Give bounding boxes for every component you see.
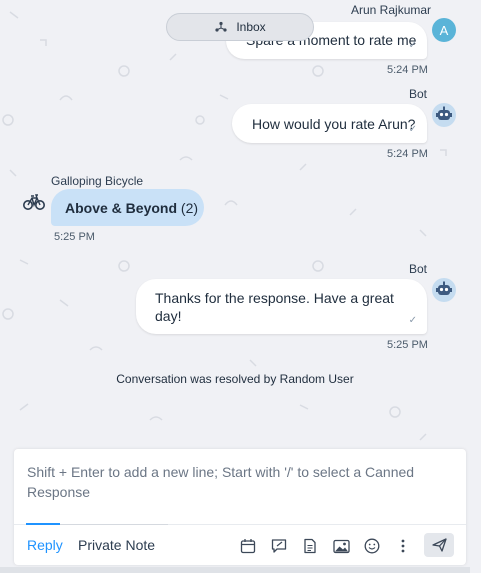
- check-icon: ✓: [408, 124, 417, 135]
- send-icon: [431, 538, 447, 552]
- tab-reply[interactable]: Reply: [27, 537, 63, 553]
- canned-response-icon[interactable]: [268, 535, 290, 557]
- active-tab-indicator: [26, 523, 60, 525]
- horizontal-scrollbar[interactable]: [0, 567, 470, 573]
- emoji-icon[interactable]: [361, 535, 383, 557]
- message-bubble: Thanks for the response. Have a great da…: [136, 279, 427, 334]
- message-text: How would you rate Arun?: [252, 116, 416, 132]
- message-bubble: How would you rate Arun? ✓: [232, 104, 427, 143]
- message-time: 5:25 PM: [387, 339, 428, 351]
- message-time: 5:24 PM: [387, 64, 428, 76]
- message-text: Thanks for the response. Have a great da…: [155, 290, 394, 324]
- message-time: 5:25 PM: [54, 231, 95, 243]
- avatar-letter: A: [439, 22, 449, 38]
- message-sender: Galloping Bicycle: [51, 174, 144, 188]
- robot-icon: [432, 278, 456, 302]
- reply-composer: Shift + Enter to add a new line; Start w…: [14, 449, 466, 565]
- check-icon: ✓: [408, 40, 417, 51]
- message-sender: Bot: [409, 262, 428, 276]
- file-icon[interactable]: [299, 535, 321, 557]
- robot-icon: [432, 103, 456, 127]
- send-button[interactable]: [424, 533, 454, 557]
- inbox-badge[interactable]: Inbox: [166, 13, 314, 41]
- check-icon: ✓: [408, 315, 417, 326]
- image-icon[interactable]: [330, 535, 352, 557]
- rating-value: (2): [180, 200, 199, 216]
- message-text: Above & Beyond: [65, 200, 178, 216]
- message-input[interactable]: Shift + Enter to add a new line; Start w…: [27, 462, 427, 502]
- message-bubble: Above & Beyond (2): [51, 189, 204, 226]
- calendar-icon[interactable]: [237, 535, 259, 557]
- message-sender: Arun Rajkumar: [351, 3, 432, 17]
- inbox-label: Inbox: [236, 20, 266, 34]
- tab-private-note[interactable]: Private Note: [78, 537, 155, 553]
- more-vertical-icon[interactable]: [392, 535, 414, 557]
- inbox-icon: [215, 21, 227, 32]
- message-sender: Bot: [409, 87, 428, 101]
- tab-track: [60, 524, 168, 525]
- bicycle-icon: [22, 190, 46, 214]
- activity-message: Conversation was resolved by Random User: [116, 372, 354, 386]
- avatar: A: [432, 18, 456, 42]
- message-time: 5:24 PM: [387, 148, 428, 160]
